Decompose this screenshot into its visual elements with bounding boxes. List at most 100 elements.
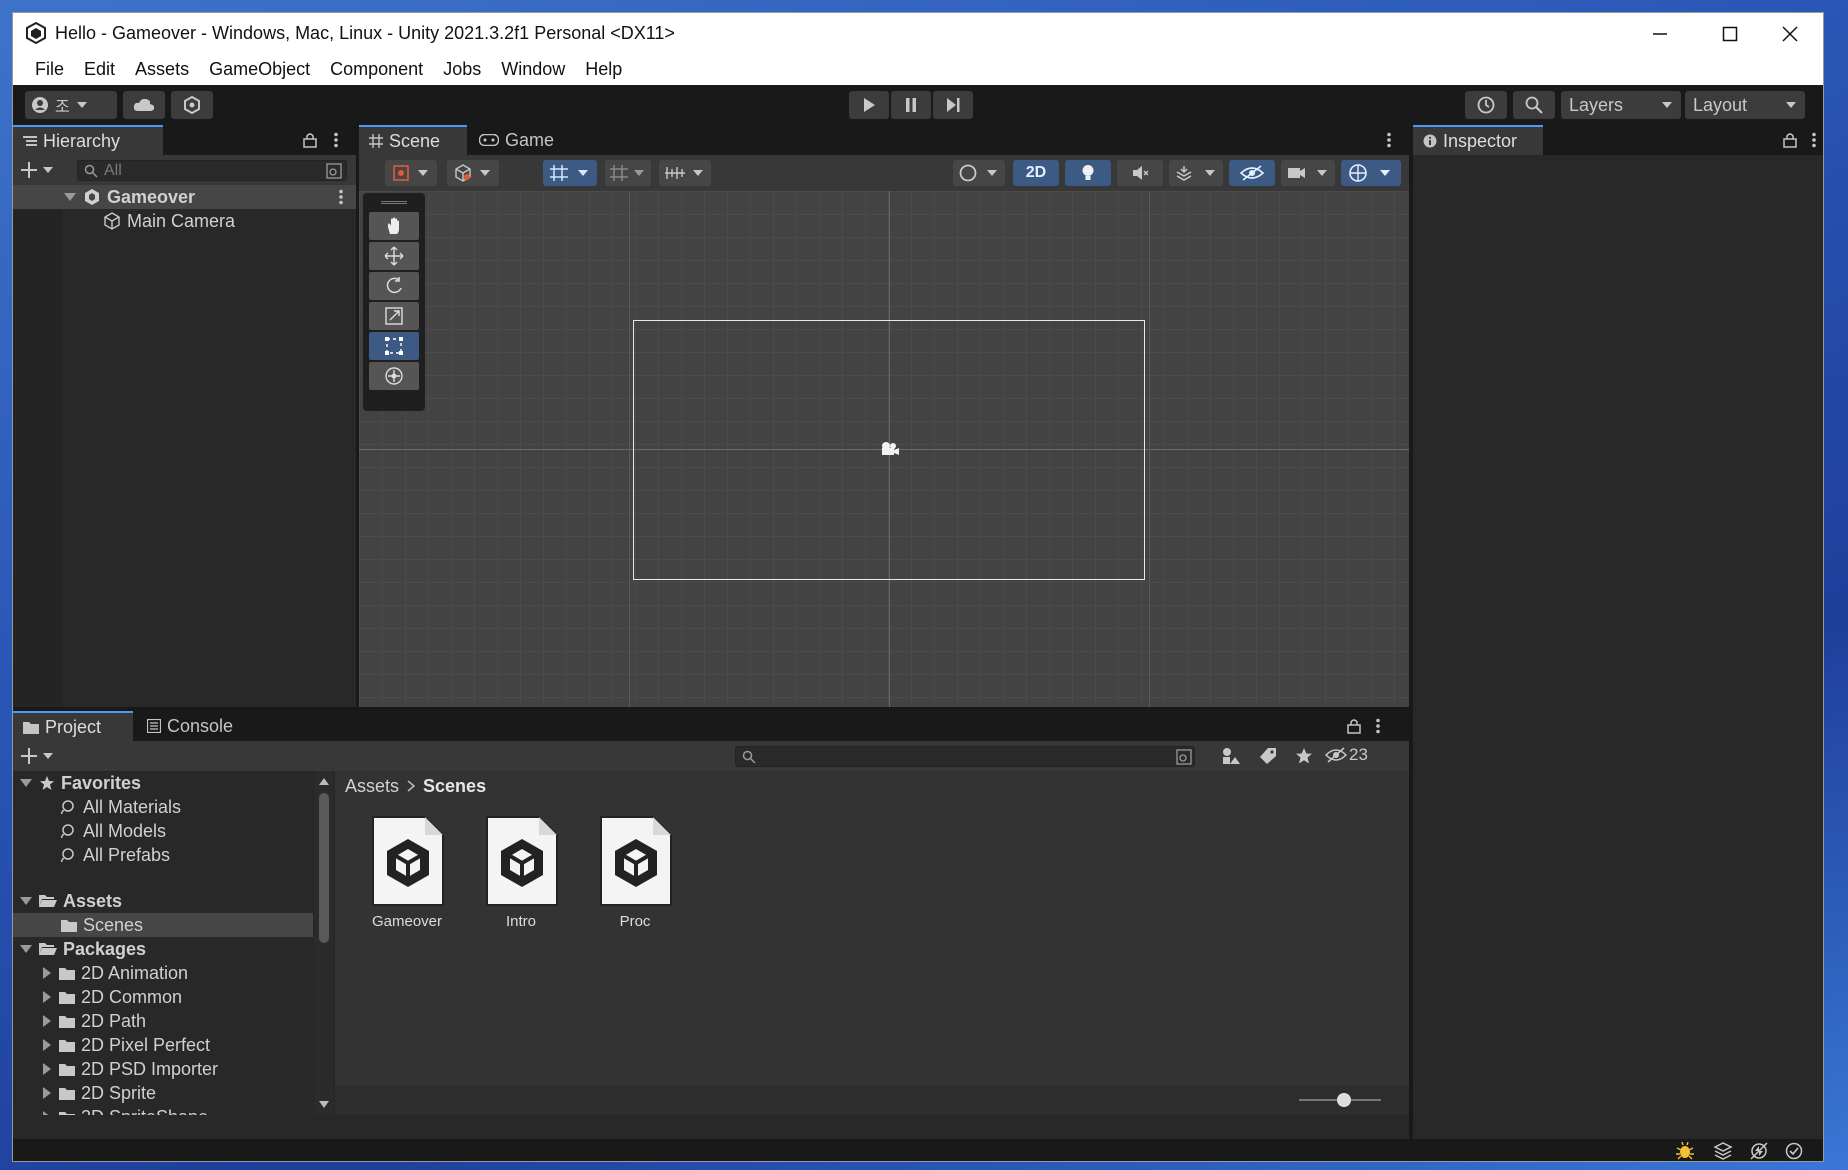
hidden-packages-toggle[interactable]: 23 (1325, 745, 1368, 765)
package-folder[interactable]: 2D Path (13, 1009, 313, 1033)
lock-icon[interactable] (1783, 132, 1797, 148)
assets-row[interactable]: Assets (13, 889, 313, 913)
scroll-down-icon[interactable] (319, 1101, 329, 1109)
expand-arrow-right-icon[interactable] (41, 1110, 53, 1115)
cache-server-icon[interactable] (1713, 1142, 1733, 1160)
rotate-tool-button[interactable] (369, 272, 419, 300)
scene-viewport[interactable] (359, 191, 1409, 707)
breadcrumb-item[interactable]: Scenes (423, 776, 486, 797)
menu-gameobject[interactable]: GameObject (199, 55, 320, 85)
menu-assets[interactable]: Assets (125, 55, 199, 85)
expand-arrow-right-icon[interactable] (41, 1086, 53, 1100)
tab-inspector[interactable]: Inspector (1413, 125, 1543, 155)
scene-search-icon[interactable] (326, 163, 342, 179)
expand-arrow-icon[interactable] (19, 942, 33, 956)
scene-asset[interactable]: Intro (471, 815, 571, 930)
zoom-slider-thumb[interactable] (1337, 1093, 1352, 1107)
effects-dropdown[interactable] (1169, 160, 1223, 186)
move-tool-button[interactable] (369, 242, 419, 270)
tab-console[interactable]: Console (137, 711, 255, 741)
expand-arrow-right-icon[interactable] (41, 1014, 53, 1028)
camera-dropdown[interactable] (1281, 160, 1335, 186)
layers-dropdown[interactable]: Layers (1561, 91, 1681, 119)
tab-game[interactable]: Game (469, 125, 569, 155)
package-folder[interactable]: 2D SpriteShape (13, 1105, 313, 1115)
hierarchy-item-main-camera[interactable]: Main Camera (13, 209, 356, 233)
hand-tool-button[interactable] (369, 212, 419, 240)
expand-arrow-right-icon[interactable] (41, 966, 53, 980)
menu-jobs[interactable]: Jobs (433, 55, 491, 85)
expand-arrow-icon[interactable] (19, 894, 33, 908)
favorite-star-icon[interactable] (1295, 747, 1313, 765)
menu-file[interactable]: File (25, 55, 74, 85)
kebab-menu-icon[interactable] (338, 189, 344, 205)
scrollbar-thumb[interactable] (319, 793, 329, 943)
package-folder[interactable]: 2D Animation (13, 961, 313, 985)
scene-asset[interactable]: Proc (585, 815, 685, 930)
scroll-up-icon[interactable] (319, 777, 329, 785)
scene-row[interactable]: Gameover (13, 185, 356, 209)
transform-tool-button[interactable] (369, 362, 419, 390)
play-button[interactable] (849, 91, 889, 119)
ruler-dropdown[interactable] (659, 160, 711, 186)
filter-by-label-icon[interactable] (1259, 747, 1277, 765)
expand-arrow-icon[interactable] (19, 776, 33, 790)
grid-snapping-dropdown[interactable] (543, 160, 597, 186)
expand-arrow-right-icon[interactable] (41, 1038, 53, 1052)
favorite-item[interactable]: All Materials (13, 795, 313, 819)
cloud-button[interactable] (123, 91, 165, 119)
auto-generate-lighting-icon[interactable] (1749, 1142, 1769, 1160)
menu-edit[interactable]: Edit (74, 55, 125, 85)
rect-tool-button[interactable] (369, 332, 419, 360)
kebab-menu-icon[interactable] (1386, 132, 1392, 148)
camera-gizmo-icon[interactable] (879, 440, 901, 458)
check-circle-icon[interactable] (1785, 1142, 1803, 1160)
scene-asset[interactable]: Gameover (357, 815, 457, 930)
project-search-input[interactable] (735, 746, 1195, 767)
minimize-button[interactable] (1625, 13, 1695, 55)
favorite-item[interactable]: All Prefabs (13, 843, 313, 867)
close-button[interactable] (1755, 13, 1823, 55)
package-folder[interactable]: 2D Common (13, 985, 313, 1009)
folder-scenes[interactable]: Scenes (13, 913, 313, 937)
tab-hierarchy[interactable]: Hierarchy (13, 125, 163, 155)
kebab-menu-icon[interactable] (333, 132, 339, 148)
search-scope-icon[interactable] (1176, 749, 1192, 765)
add-icon[interactable] (21, 747, 55, 765)
lock-icon[interactable] (1347, 718, 1361, 734)
search-button[interactable] (1513, 91, 1555, 119)
audio-toggle[interactable] (1117, 160, 1163, 186)
lock-icon[interactable] (303, 132, 317, 148)
collab-button[interactable] (171, 91, 213, 119)
shading-mode-dropdown[interactable] (953, 160, 1005, 186)
history-button[interactable] (1465, 91, 1507, 119)
scene-visibility-toggle[interactable] (1229, 160, 1275, 186)
hierarchy-search-input[interactable]: All (77, 160, 347, 181)
lighting-toggle[interactable] (1065, 160, 1111, 186)
pause-button[interactable] (891, 91, 931, 119)
folder-tree-scrollbar[interactable] (315, 771, 333, 1115)
package-folder[interactable]: 2D Sprite (13, 1081, 313, 1105)
package-folder[interactable]: 2D Pixel Perfect (13, 1033, 313, 1057)
expand-arrow-right-icon[interactable] (41, 990, 53, 1004)
scale-tool-button[interactable] (369, 302, 419, 330)
menu-help[interactable]: Help (575, 55, 632, 85)
gizmos-dropdown[interactable] (1341, 160, 1401, 186)
tab-project[interactable]: Project (13, 711, 133, 741)
toggle-2d-button[interactable]: 2D (1013, 160, 1059, 186)
packages-row[interactable]: Packages (13, 937, 313, 961)
snap-increment-dropdown[interactable] (605, 160, 651, 186)
shading-dropdown[interactable] (447, 160, 499, 186)
kebab-menu-icon[interactable] (1375, 718, 1381, 734)
favorites-row[interactable]: Favorites (13, 771, 313, 795)
account-dropdown[interactable]: 조 (25, 91, 117, 119)
drag-handle[interactable] (381, 201, 407, 204)
bug-icon[interactable] (1675, 1142, 1695, 1160)
step-button[interactable] (933, 91, 973, 119)
expand-arrow-icon[interactable] (63, 190, 77, 204)
expand-arrow-right-icon[interactable] (41, 1062, 53, 1076)
layout-dropdown[interactable]: Layout (1685, 91, 1805, 119)
gizmo-draw-mode-dropdown[interactable] (385, 160, 437, 186)
package-folder[interactable]: 2D PSD Importer (13, 1057, 313, 1081)
kebab-menu-icon[interactable] (1811, 132, 1817, 148)
